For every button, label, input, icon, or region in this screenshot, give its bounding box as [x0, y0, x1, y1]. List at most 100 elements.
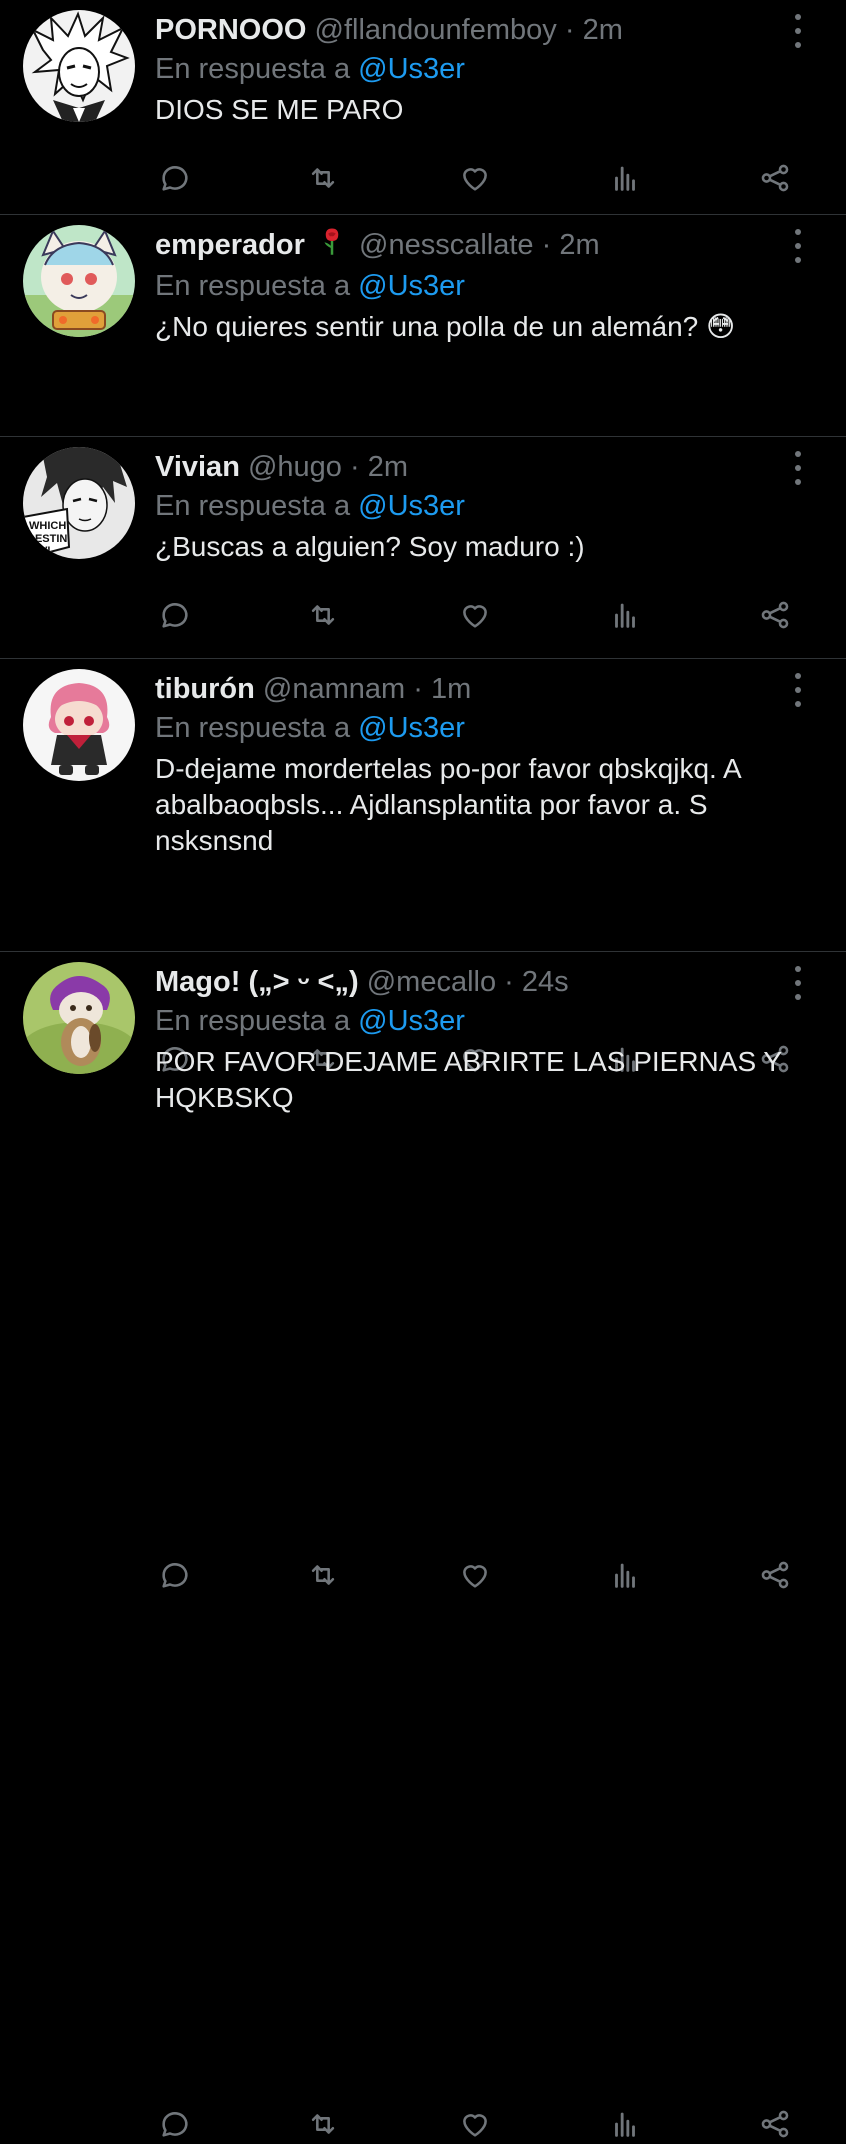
tweet-text: D-dejame mordertelas po-por favor qbskqj…	[155, 753, 741, 856]
dot	[795, 980, 801, 986]
retweet-button[interactable]	[303, 2104, 343, 2144]
bar-chart-icon	[615, 2112, 635, 2137]
avatar[interactable]	[23, 962, 135, 1074]
tweet-content: PORNOOO @fllandounfemboy · 2m En respues…	[155, 10, 795, 128]
share-button[interactable]	[755, 1555, 795, 1595]
timestamp[interactable]: 1m	[431, 673, 471, 705]
dot	[795, 451, 801, 457]
tweet-text: POR FAVOR DEJAME ABRIRTE LAS PIERNAS Y H…	[155, 1046, 782, 1113]
retweet-icon	[311, 168, 335, 188]
avatar[interactable]	[23, 10, 135, 122]
avatar[interactable]	[23, 225, 135, 337]
reply-button[interactable]	[155, 1555, 195, 1595]
more-options-button[interactable]	[788, 966, 808, 1000]
reply-icon	[162, 166, 188, 191]
mention-link[interactable]: @Us3er	[358, 270, 465, 302]
plush-doll-avatar-icon	[23, 669, 135, 781]
display-name[interactable]: PORNOOO	[155, 14, 306, 46]
more-options-button[interactable]	[788, 673, 808, 707]
more-options-button[interactable]	[788, 229, 808, 263]
handle[interactable]: @hugo	[248, 451, 342, 483]
dot	[795, 28, 801, 34]
avatar[interactable]: WHICH DESTIN WI	[23, 447, 135, 559]
heart-icon	[463, 1565, 487, 1588]
display-name[interactable]: Mago!	[155, 966, 240, 998]
reply-button[interactable]	[155, 158, 195, 198]
like-button[interactable]	[455, 2104, 495, 2144]
cat-photo-avatar-icon	[23, 962, 135, 1074]
retweet-button[interactable]	[303, 1555, 343, 1595]
tweet-content: Vivian @hugo · 2m En respuesta a @Us3er …	[155, 447, 795, 565]
reply-prefix: En respuesta a	[155, 1005, 351, 1037]
separator-dot: ·	[504, 966, 514, 998]
manga-text: DESTIN	[27, 533, 67, 545]
more-options-button[interactable]	[788, 14, 808, 48]
mention-link[interactable]: @Us3er	[358, 53, 465, 85]
mention-link[interactable]: @Us3er	[358, 712, 465, 744]
tweet-content: Mago! („> ᵕ <„) @mecallo · 24s En respue…	[155, 962, 795, 1116]
rose-emoji-icon	[317, 226, 347, 267]
reply-prefix: En respuesta a	[155, 490, 351, 522]
retweet-icon	[311, 1565, 335, 1585]
manga-panel-avatar-icon: WHICH DESTIN WI	[23, 447, 135, 559]
reply-context: En respuesta a @Us3er	[155, 1002, 795, 1040]
timestamp[interactable]: 24s	[522, 966, 569, 998]
views-button[interactable]	[605, 1555, 645, 1595]
display-name[interactable]: emperador	[155, 229, 305, 261]
dot	[795, 479, 801, 485]
tweet[interactable]: WHICH DESTIN WI Vivian @hugo · 2m En res…	[0, 437, 846, 1073]
reply-context: En respuesta a @Us3er	[155, 487, 795, 525]
like-button[interactable]	[455, 158, 495, 198]
bar-chart-icon	[615, 1563, 635, 1588]
cartoon-character-avatar-icon	[23, 225, 135, 337]
timestamp[interactable]: 2m	[583, 14, 623, 46]
manga-text: WHICH	[29, 520, 66, 532]
handle[interactable]: @mecallo	[367, 966, 496, 998]
reply-icon	[162, 2112, 188, 2137]
timestamp[interactable]: 2m	[368, 451, 408, 483]
dot	[795, 687, 801, 693]
timestamp[interactable]: 2m	[559, 229, 599, 261]
dot	[795, 257, 801, 263]
reply-button[interactable]	[155, 2104, 195, 2144]
retweet-button[interactable]	[303, 158, 343, 198]
dot	[795, 701, 801, 707]
avatar[interactable]	[23, 669, 135, 781]
tweet-header: Vivian @hugo · 2m	[155, 447, 795, 487]
mention-link[interactable]: @Us3er	[358, 1005, 465, 1037]
separator-dot: ·	[564, 14, 575, 46]
views-button[interactable]	[605, 158, 645, 198]
separator-dot: ·	[413, 673, 423, 705]
name-kaomoji: („> ᵕ <„)	[248, 966, 359, 998]
views-button[interactable]	[605, 2104, 645, 2144]
display-name[interactable]: Vivian	[155, 451, 240, 483]
heart-icon	[463, 2114, 487, 2137]
retweet-icon	[311, 2114, 335, 2134]
handle[interactable]: @fllandounfemboy	[315, 14, 557, 46]
tweet-header: PORNOOO @fllandounfemboy · 2m	[155, 10, 795, 50]
dot	[795, 14, 801, 20]
more-options-button[interactable]	[788, 451, 808, 485]
dot	[795, 243, 801, 249]
tweet[interactable]: tiburón @namnam · 1m En respuesta a @Us3…	[0, 659, 846, 1589]
dot	[795, 42, 801, 48]
handle[interactable]: @namnam	[263, 673, 405, 705]
bar-chart-icon	[615, 166, 635, 191]
like-button[interactable]	[455, 1555, 495, 1595]
dot	[795, 465, 801, 471]
mention-link[interactable]: @Us3er	[358, 490, 465, 522]
action-bar	[155, 158, 795, 198]
tweet[interactable]: Mago! („> ᵕ <„) @mecallo · 24s En respue…	[0, 952, 846, 2138]
tweet-text: ¿No quieres sentir una polla de un alemá…	[155, 310, 736, 342]
dot	[795, 229, 801, 235]
tweet[interactable]: emperador @nesscallate · 2m En respuesta…	[0, 215, 846, 629]
reply-context: En respuesta a @Us3er	[155, 50, 795, 88]
tweet-text: ¿Buscas a alguien? Soy maduro :)	[155, 531, 585, 562]
display-name[interactable]: tiburón	[155, 673, 255, 705]
action-bar	[155, 2104, 795, 2144]
share-button[interactable]	[755, 2104, 795, 2144]
handle[interactable]: @nesscallate	[359, 229, 534, 261]
tweet[interactable]: PORNOOO @fllandounfemboy · 2m En respues…	[0, 0, 846, 215]
manga-character-avatar-icon	[23, 10, 135, 122]
share-button[interactable]	[755, 158, 795, 198]
